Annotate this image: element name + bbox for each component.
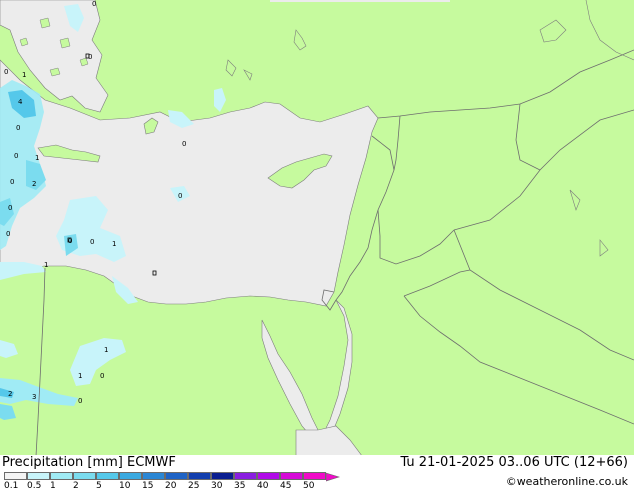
point-label: 0: [16, 124, 20, 132]
legend-swatch: [119, 472, 142, 480]
point-label: 1: [22, 71, 26, 79]
point-label: 0: [78, 397, 82, 405]
point-label: 2: [32, 180, 36, 188]
point-label: 0: [92, 0, 96, 8]
point-label: 0: [90, 238, 94, 246]
point-label: 4: [18, 98, 23, 106]
point-label: 0: [8, 204, 12, 212]
forecast-datetime: Tu 21-01-2025 03..06 UTC (12+66): [400, 455, 628, 470]
point-label: 0: [178, 192, 182, 200]
point-label: 1: [112, 240, 116, 248]
credit-link[interactable]: ©weatheronline.co.uk: [506, 475, 628, 488]
point-label: 1: [44, 261, 48, 269]
map-title: Precipitation [mm] ECMWF: [2, 455, 176, 470]
legend-swatch: [211, 472, 234, 480]
legend-swatch: [96, 472, 119, 480]
legend-swatch: [188, 472, 211, 480]
black-sea-edge: [270, 0, 450, 2]
point-label: 0: [4, 68, 8, 76]
legend-swatch: [234, 472, 257, 480]
point-label: 1: [78, 372, 82, 380]
point-label: 1: [35, 154, 39, 162]
legend-swatch: [280, 472, 303, 480]
point-label: 1: [104, 346, 108, 354]
point-label: 0: [182, 140, 186, 148]
point-label: 0: [10, 178, 14, 186]
legend-swatch: [27, 472, 50, 480]
legend-swatch: [165, 472, 188, 480]
point-label: 2: [8, 390, 12, 398]
legend-swatch: [303, 472, 326, 480]
legend-swatch: [50, 472, 73, 480]
legend-swatch: [73, 472, 96, 480]
point-label: 0: [100, 372, 104, 380]
legend-ticks: 0.1 0.5 1 2 5 10 15 20 25 30 35 40 45 50: [0, 481, 340, 493]
point-label: 0: [6, 230, 10, 238]
legend-swatch: [257, 472, 280, 480]
map-footer: Precipitation [mm] ECMWF Tu 21-01-2025 0…: [0, 455, 634, 493]
legend-swatch: [4, 472, 27, 480]
legend-swatch: [142, 472, 165, 480]
precipitation-map: 0 0 1 4 0 0 1 0 2 0 0 0 0 0 1 0 0 1 1 1 …: [0, 0, 634, 457]
point-label: 3: [32, 393, 36, 401]
point-label: 0: [14, 152, 18, 160]
